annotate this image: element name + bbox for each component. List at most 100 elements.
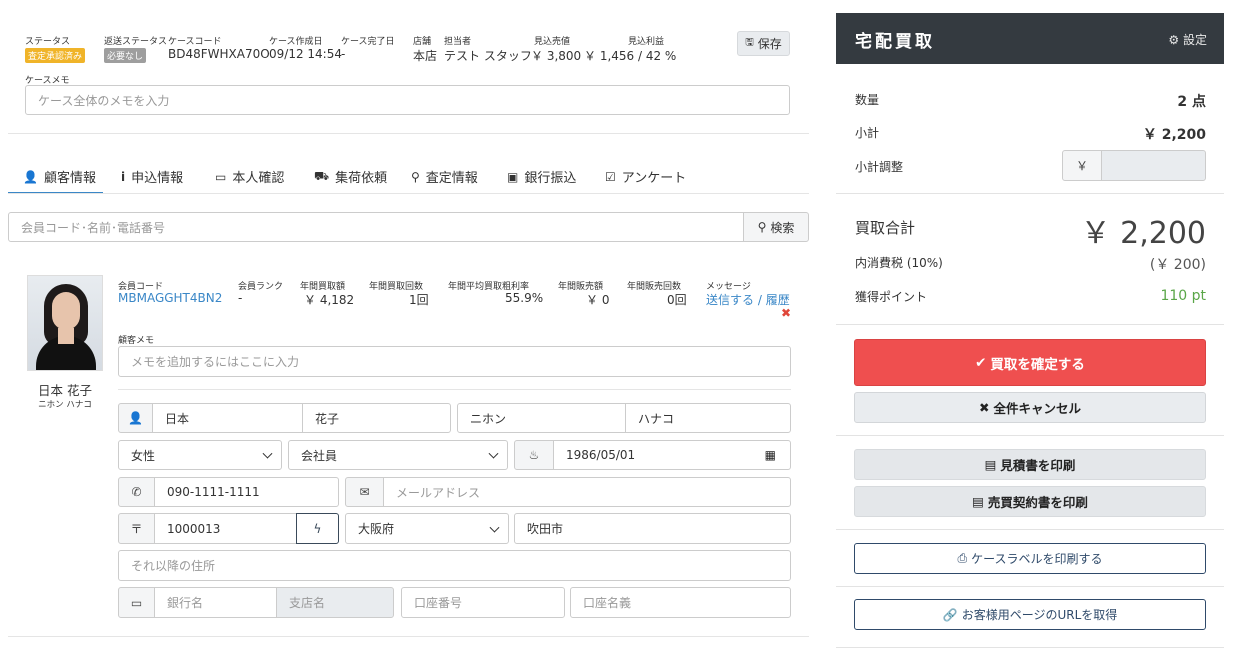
print-case-label-button[interactable]: ⎙ ケースラベルを印刷する [854, 543, 1206, 574]
case-code: BD48FWHXA70O [168, 47, 270, 61]
account-number-input[interactable]: 口座番号 [401, 587, 565, 618]
settings-link[interactable]: ⚙ 設定 [1168, 31, 1207, 48]
close-icon[interactable]: ✖ [781, 306, 791, 320]
gender-select[interactable]: 女性 [118, 440, 282, 470]
account-holder-input[interactable]: 口座名義 [570, 587, 791, 618]
message-links: 送信する / 履歴 [706, 293, 790, 307]
est-profit: ￥ 1,456 / 42 % [584, 49, 677, 63]
status-label: ステータス [25, 37, 71, 47]
gear-icon: ⚙ [1168, 33, 1180, 47]
cancel-all-button[interactable]: ✖ 全件キャンセル [854, 392, 1206, 423]
email-input[interactable]: メールアドレス [383, 477, 791, 507]
prefecture-select[interactable]: 大阪府 [345, 513, 509, 544]
tab-bank-transfer[interactable]: ▣ 銀行振込 [507, 160, 576, 193]
tabs-divider [8, 193, 809, 194]
postal-code-input[interactable]: 1000013 [154, 513, 297, 544]
bank-name-input[interactable]: 銀行名 [154, 587, 277, 618]
yen-addon: ￥ [1062, 150, 1102, 181]
tax-value: (￥ 200) [1149, 257, 1206, 273]
annual-sales: ￥ 0 [586, 293, 610, 307]
case-code-label: ケースコード [168, 37, 222, 47]
est-sales: ￥ 3,800 [531, 49, 582, 63]
panel-header: 宅配買取 ⚙ 設定 [836, 13, 1224, 64]
last-kana-input[interactable]: ニホン [457, 403, 626, 433]
tab-pickup[interactable]: ⛟ 集荷依頼 [314, 160, 387, 193]
member-code-link[interactable]: MBMAGGHT4BN2 [118, 291, 222, 305]
customer-kana: ニホン ハナコ [38, 400, 92, 410]
divider [836, 193, 1224, 194]
rank-label: 会員ランク [238, 282, 284, 292]
customer-memo-label: 顧客メモ [118, 336, 155, 346]
print-contract-button[interactable]: ▤ 売買契約書を印刷 [854, 486, 1206, 517]
last-name-input[interactable]: 日本 [152, 403, 303, 433]
get-customer-url-button[interactable]: 🔗 お客様用ページのURLを取得 [854, 599, 1206, 630]
city-input[interactable]: 吹田市 [514, 513, 791, 544]
divider [8, 133, 809, 134]
print-estimate-button[interactable]: ▤ 見積書を印刷 [854, 449, 1206, 480]
address-input[interactable]: それ以降の住所 [118, 550, 791, 581]
points-row: 獲得ポイント 110 pt [855, 288, 1206, 304]
printer-icon: ⎙ [957, 551, 968, 565]
points-value: 110 pt [1160, 288, 1206, 304]
divider [836, 586, 1224, 587]
total-value: ￥ 2,200 [1080, 216, 1206, 251]
avg-margin: 55.9% [505, 291, 544, 305]
search-icon: ⚲ [411, 169, 420, 184]
tab-customer[interactable]: 👤 顧客情報 [23, 160, 96, 193]
tab-identity[interactable]: ▭ 本人確認 [215, 160, 284, 193]
quantity-row: 数量 2 点 [855, 93, 1206, 110]
send-message-link[interactable]: 送信する [706, 293, 754, 307]
purchase-summary-panel: 宅配買取 ⚙ 設定 数量 2 点 小計 ￥ 2,200 小計調整 ￥ 買取合計 ￥ … [836, 13, 1224, 666]
created-label: ケース作成日 [269, 37, 323, 47]
calendar-icon[interactable]: ▦ [765, 448, 776, 462]
customer-memo-input[interactable]: メモを追加するにはここに入力 [118, 346, 791, 377]
check-icon: ✔ [975, 354, 987, 371]
staff: テスト スタッフ [444, 49, 532, 63]
truck-icon: ⛟ [314, 168, 330, 183]
member-search-input[interactable]: 会員コード･名前･電話番号 [8, 212, 744, 242]
first-kana-input[interactable]: ハナコ [625, 403, 791, 433]
birthday-input[interactable]: 1986/05/01 ▦ [553, 440, 791, 470]
tab-survey[interactable]: ☑ アンケート [605, 160, 686, 193]
subtotal-value: ￥ 2,200 [1142, 127, 1206, 143]
annual-buy-count: 1回 [409, 293, 429, 307]
case-panel: ステータス 査定承認済み 返送ステータス 必要なし ケースコード BD48FWH… [8, 0, 809, 666]
member-type-select[interactable]: 会社員 [288, 440, 508, 470]
bolt-icon: ϟ [313, 521, 322, 536]
phone-icon: ✆ [118, 477, 155, 507]
address-lookup-button[interactable]: ϟ [296, 513, 339, 544]
branch-name-input: 支店名 [276, 587, 394, 618]
completed-label: ケース完了日 [341, 37, 395, 47]
info-icon: i [121, 169, 126, 184]
phone-input[interactable]: 090-1111-1111 [154, 477, 339, 507]
case-memo-input[interactable]: ケース全体のメモを入力 [25, 85, 790, 115]
subtotal-adjust-input[interactable] [1101, 150, 1206, 181]
store: 本店 [413, 49, 438, 63]
staff-label: 担当者 [444, 37, 472, 47]
confirm-purchase-button[interactable]: ✔ 買取を確定する [854, 339, 1206, 386]
created-date: 09/12 14:54 [269, 47, 342, 61]
history-link[interactable]: 履歴 [766, 293, 790, 307]
save-button[interactable]: 🖫 保存 [737, 31, 790, 56]
divider [836, 435, 1224, 436]
birthday-cake-icon: ♨ [514, 440, 554, 470]
panel-title: 宅配買取 [855, 32, 935, 52]
annual-buy-amount: ￥ 4,182 [304, 293, 355, 307]
search-icon: ⚲ [757, 220, 767, 234]
pdf-icon: ▤ [972, 494, 984, 509]
tab-appraisal[interactable]: ⚲ 査定情報 [411, 160, 478, 193]
envelope-icon: ✉ [345, 477, 384, 507]
divider [836, 529, 1224, 530]
link-icon: 🔗 [942, 607, 958, 622]
checkbox-icon: ☑ [605, 169, 616, 184]
rank: - [238, 291, 243, 305]
x-icon: ✖ [979, 400, 990, 415]
quantity-value: 2 点 [1177, 94, 1206, 110]
tab-application[interactable]: i 申込情報 [121, 160, 183, 193]
search-button[interactable]: ⚲ 検索 [743, 212, 809, 242]
est-sales-label: 見込売値 [534, 37, 571, 47]
completed-date: - [341, 47, 346, 61]
first-name-input[interactable]: 花子 [302, 403, 451, 433]
money-icon: ▣ [507, 169, 519, 184]
status-badge: 査定承認済み [25, 48, 86, 63]
